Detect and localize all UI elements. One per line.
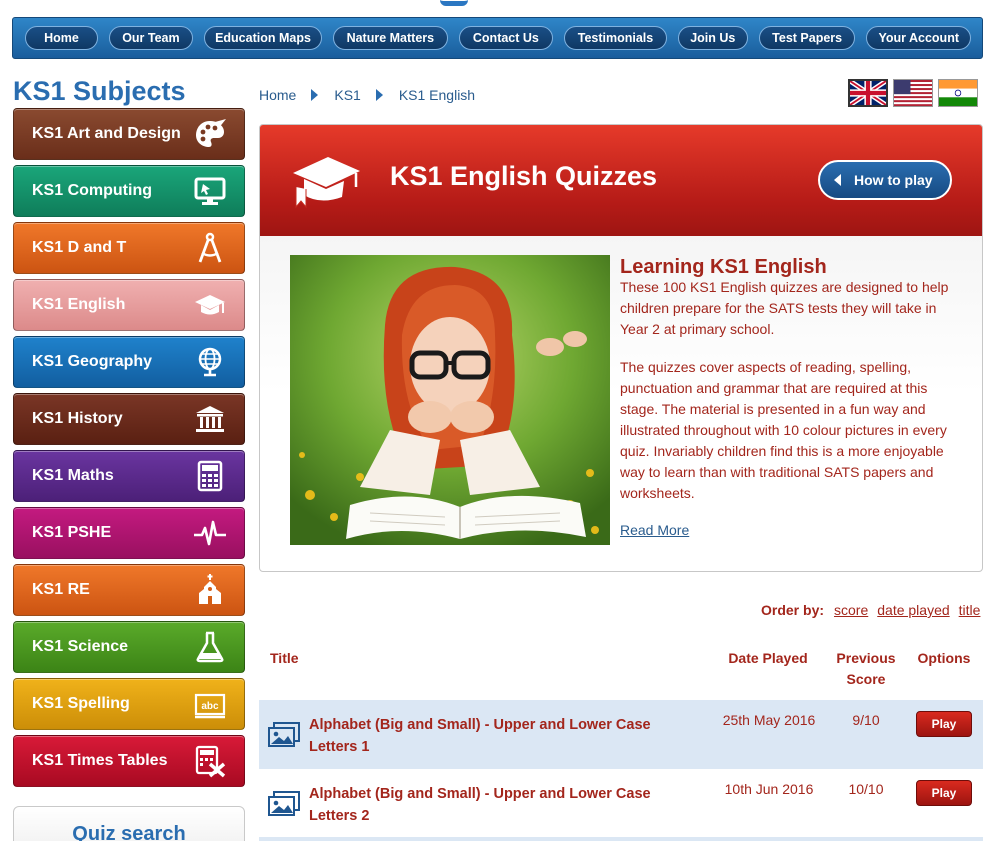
table-row: Alphabet (Big and Small) - Upper and Low… [259,769,983,838]
nav-education-maps[interactable]: Education Maps [203,26,323,50]
play-button[interactable]: Play [916,780,972,806]
quiz-title[interactable]: Alphabet (Big and Small) - Upper and Low… [309,783,689,827]
play-button[interactable]: Play [916,711,972,737]
museum-icon [192,401,228,437]
uk-flag-icon[interactable] [848,79,888,107]
breadcrumb: Home KS1 KS1 English [259,87,475,103]
nav-your-account[interactable]: Your Account [866,26,971,50]
quiz-search-label: Quiz search [72,823,186,841]
subject-label: KS1 Geography [32,353,153,370]
subject-pshe[interactable]: KS1 PSHE [13,507,245,559]
main-nav: Home Our Team Education Maps Nature Matt… [12,17,983,59]
subject-label: KS1 Maths [32,467,114,484]
col-header-title: Title [270,650,299,666]
subject-history[interactable]: KS1 History [13,393,245,445]
subject-label: KS1 Art and Design [32,125,181,142]
col-header-date: Date Played [728,650,808,666]
nav-our-team[interactable]: Our Team [108,26,193,50]
nav-contact-us[interactable]: Contact Us [458,26,554,50]
breadcrumb-home[interactable]: Home [259,87,296,103]
quiz-search-box[interactable]: Quiz search [13,806,245,841]
subject-label: KS1 D and T [32,239,127,256]
subject-re[interactable]: KS1 RE [13,564,245,616]
subject-label: KS1 RE [32,581,90,598]
previous-score: 9/10 [852,712,880,728]
nav-home[interactable]: Home [25,26,98,50]
quiz-intro-panel: KS1 English Quizzes How to play Learning… [259,124,983,572]
abc-board-icon: abc [192,686,228,722]
page-title: KS1 English Quizzes [390,161,658,191]
church-icon [192,572,228,608]
nav-join-us[interactable]: Join Us [677,26,748,50]
header-logo-fragment [440,0,468,6]
region-flags [848,79,978,107]
table-row: Alphabet (Big and Small) - Upper and Low… [259,700,983,769]
intro-paragraph-1: These 100 KS1 English quizzes are design… [620,279,949,337]
col-header-options: Options [917,650,971,666]
subject-computing[interactable]: KS1 Computing [13,165,245,217]
picture-icon [268,791,300,817]
subject-label: KS1 History [32,410,123,427]
breadcrumb-ks1[interactable]: KS1 [334,87,360,103]
flask-icon [192,629,228,665]
graduation-cap-icon [192,287,228,323]
intro-photo [290,255,610,545]
sidebar-title: KS1 Subjects [13,76,186,106]
subject-spelling[interactable]: KS1 Spelling abc [13,678,245,730]
subject-art-and-design[interactable]: KS1 Art and Design [13,108,245,160]
order-by: Order by: score date played title [761,602,989,618]
subject-english[interactable]: KS1 English [13,279,245,331]
heartbeat-icon [192,515,228,551]
breadcrumb-arrow-icon [311,89,319,101]
graduation-cap-icon [290,151,362,211]
subject-maths[interactable]: KS1 Maths [13,450,245,502]
intro-heading: Learning KS1 English [620,256,827,278]
computer-icon [192,173,228,209]
date-played: 10th Jun 2016 [724,781,814,797]
subject-label: KS1 Spelling [32,695,130,712]
us-flag-icon[interactable] [893,79,933,107]
subject-label: KS1 English [32,296,126,313]
subject-label: KS1 PSHE [32,524,112,541]
svg-text:abc: abc [201,701,219,712]
subject-label: KS1 Times Tables [32,752,168,769]
times-table-icon [192,743,228,779]
date-played: 25th May 2016 [722,712,816,728]
arrow-left-icon [834,174,841,186]
col-header-score: Previous Score [836,650,896,687]
intro-paragraph-2: The quizzes cover aspects of reading, sp… [620,359,947,501]
compass-icon [192,230,228,266]
order-by-date-played[interactable]: date played [877,602,949,618]
calculator-icon [192,458,228,494]
subject-label: KS1 Computing [32,182,152,199]
table-row-next [259,837,983,841]
order-by-title[interactable]: title [959,602,981,618]
nav-nature-matters[interactable]: Nature Matters [333,26,448,50]
subject-label: KS1 Science [32,638,129,655]
palette-icon [192,116,228,152]
breadcrumb-arrow-icon [375,89,383,101]
subject-d-and-t[interactable]: KS1 D and T [13,222,245,274]
nav-testimonials[interactable]: Testimonials [564,26,667,50]
previous-score: 10/10 [848,781,884,797]
quiz-banner: KS1 English Quizzes How to play [260,125,982,236]
order-by-score[interactable]: score [834,602,868,618]
picture-icon [268,722,300,748]
subject-geography[interactable]: KS1 Geography [13,336,245,388]
read-more-link[interactable]: Read More [620,522,689,538]
quiz-title[interactable]: Alphabet (Big and Small) - Upper and Low… [309,714,689,758]
subject-science[interactable]: KS1 Science [13,621,245,673]
how-to-play-label: How to play [854,172,933,188]
india-flag-icon[interactable] [938,79,978,107]
order-by-label: Order by: [761,602,825,618]
nav-test-papers[interactable]: Test Papers [758,26,856,50]
breadcrumb-ks1-english[interactable]: KS1 English [399,87,475,103]
subject-times-tables[interactable]: KS1 Times Tables [13,735,245,787]
how-to-play-button[interactable]: How to play [818,160,952,200]
globe-icon [192,344,228,380]
